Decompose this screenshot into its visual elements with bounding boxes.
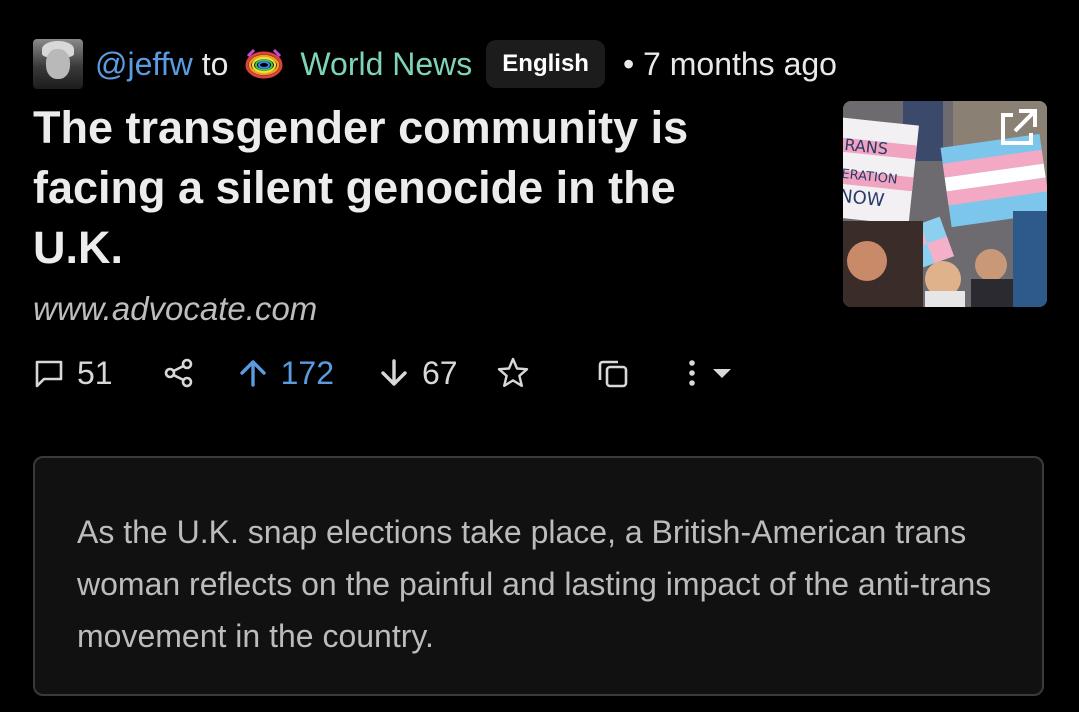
comments-button[interactable]: 51 bbox=[33, 355, 113, 392]
external-link-icon[interactable] bbox=[993, 105, 1041, 153]
star-icon bbox=[497, 357, 528, 387]
comment-count: 51 bbox=[77, 354, 113, 391]
upvote-count: 172 bbox=[280, 354, 334, 391]
post-body-text: As the U.K. snap elections take place, a… bbox=[77, 514, 992, 654]
upvote-arrow-icon bbox=[239, 360, 266, 387]
author-link[interactable]: @jeffw bbox=[95, 46, 193, 83]
post-thumbnail[interactable]: RANS ERATION NOW bbox=[843, 101, 1047, 307]
avatar[interactable] bbox=[33, 39, 83, 89]
post-meta: @jeffw to World News English • 7 months … bbox=[33, 38, 837, 90]
post-time: • 7 months ago bbox=[622, 45, 837, 82]
downvote-arrow-icon bbox=[381, 359, 407, 386]
share-button[interactable] bbox=[163, 357, 195, 389]
post-title[interactable]: The transgender community is facing a si… bbox=[33, 98, 773, 278]
downvote-count: 67 bbox=[421, 354, 458, 391]
comment-icon bbox=[35, 360, 63, 388]
caret-down-icon bbox=[712, 369, 731, 378]
more-vertical-icon bbox=[688, 360, 695, 386]
upvote-button[interactable]: 172 bbox=[237, 355, 334, 392]
copy-button[interactable] bbox=[596, 356, 630, 390]
to-word: to bbox=[201, 45, 229, 82]
downvote-button[interactable]: 67 bbox=[378, 355, 458, 392]
more-options-button[interactable] bbox=[686, 356, 698, 390]
community-link[interactable]: World News bbox=[300, 46, 472, 83]
copy-icon bbox=[598, 360, 627, 388]
expand-button[interactable] bbox=[710, 361, 734, 385]
post-actions: 51 172 67 bbox=[33, 345, 734, 401]
save-button[interactable] bbox=[496, 356, 530, 390]
thumbnail-sign-text-3: NOW bbox=[843, 186, 886, 212]
language-badge: English bbox=[486, 40, 605, 88]
globe-icon[interactable] bbox=[242, 47, 286, 81]
post-body-card: As the U.K. snap elections take place, a… bbox=[33, 456, 1044, 696]
share-icon bbox=[164, 358, 192, 388]
post-domain[interactable]: www.advocate.com bbox=[33, 290, 317, 328]
